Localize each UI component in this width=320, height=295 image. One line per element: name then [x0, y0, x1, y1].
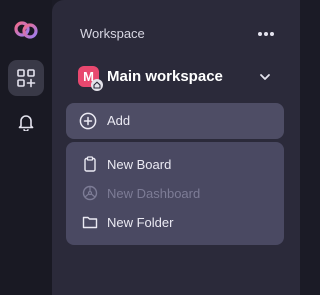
menu-item-label: New Dashboard — [107, 186, 201, 201]
folder-icon — [82, 216, 98, 229]
rail-item-workspace[interactable] — [8, 60, 44, 96]
more-dots-icon — [258, 32, 274, 36]
left-rail — [0, 0, 52, 295]
menu-item-new-dashboard[interactable]: New Dashboard — [66, 179, 284, 207]
add-button[interactable]: Add — [66, 103, 284, 139]
menu-item-new-folder[interactable]: New Folder — [66, 208, 284, 236]
bell-icon — [18, 115, 34, 131]
dashboard-icon — [82, 185, 98, 201]
add-label: Add — [107, 113, 131, 128]
workspace-selector[interactable]: M Main workspace — [76, 64, 280, 94]
menu-item-label: New Folder — [107, 215, 174, 230]
workspace-name: Main workspace — [107, 68, 223, 85]
menu-item-new-board[interactable]: New Board — [66, 150, 284, 178]
workspace-panel: Workspace M Main workspace Add New Board… — [52, 0, 300, 295]
chevron-down-icon[interactable] — [258, 70, 272, 84]
add-menu: New Board New Dashboard New Folder — [66, 142, 284, 245]
rail-item-notifications[interactable] — [8, 104, 44, 140]
home-icon — [91, 79, 103, 91]
panel-title: Workspace — [80, 26, 145, 41]
plus-circle-icon — [79, 112, 97, 130]
apps-add-icon — [17, 69, 36, 88]
more-options-button[interactable] — [254, 24, 278, 44]
app-logo-icon[interactable] — [13, 20, 39, 46]
menu-item-label: New Board — [107, 157, 172, 172]
clipboard-icon — [84, 156, 96, 172]
